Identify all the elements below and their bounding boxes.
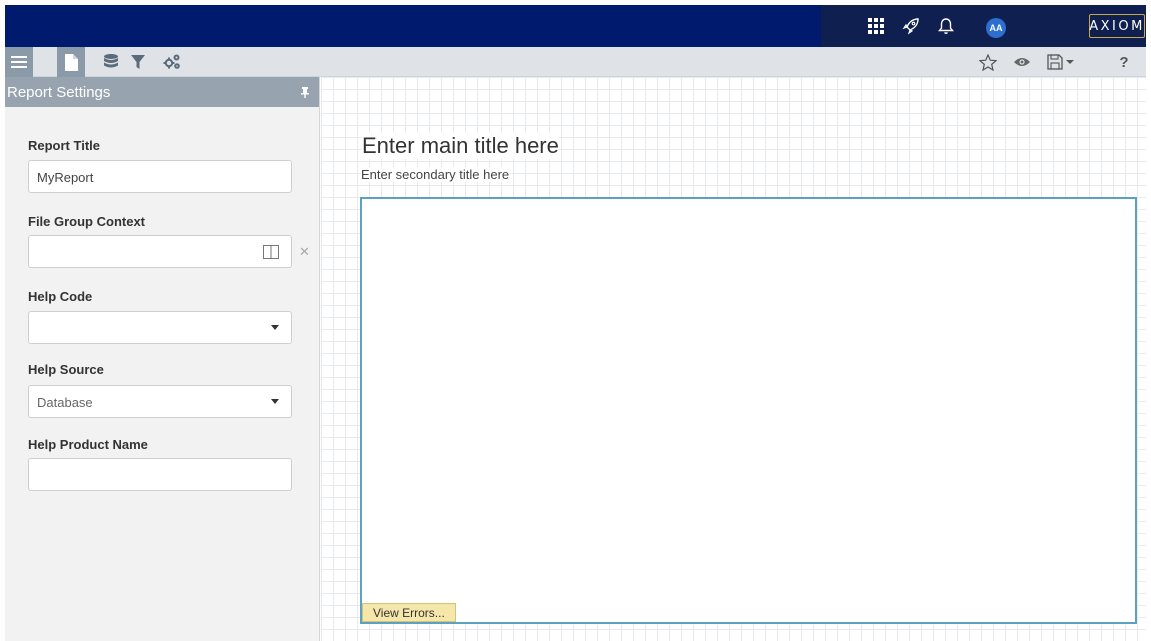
report-title-field[interactable]: MyReport: [28, 160, 292, 193]
main-toolbar: ?: [5, 47, 1146, 77]
panel-header: Report Settings: [5, 77, 319, 107]
bell-icon[interactable]: [933, 13, 959, 39]
save-dropdown-icon[interactable]: [1043, 47, 1079, 77]
secondary-title[interactable]: Enter secondary title here: [361, 167, 510, 182]
report-title-label: Report Title: [28, 138, 100, 153]
document-icon[interactable]: [57, 47, 85, 77]
help-source-dropdown[interactable]: Database: [28, 385, 292, 418]
help-source-value: Database: [37, 395, 93, 410]
main-title[interactable]: Enter main title here: [362, 133, 559, 159]
pin-icon[interactable]: [301, 85, 309, 102]
help-icon[interactable]: ?: [1110, 47, 1138, 77]
rocket-icon[interactable]: [898, 13, 924, 39]
chevron-down-icon: [271, 399, 279, 404]
filter-icon[interactable]: [124, 47, 152, 77]
settings-gears-icon[interactable]: [158, 47, 186, 77]
user-avatar[interactable]: AA: [986, 18, 1006, 38]
report-body-frame[interactable]: View Errors...: [360, 197, 1137, 624]
view-errors-button[interactable]: View Errors...: [362, 603, 456, 622]
report-canvas: Enter main title here Enter secondary ti…: [321, 77, 1146, 641]
help-product-name-label: Help Product Name: [28, 437, 148, 452]
apps-grid-icon[interactable]: [863, 13, 889, 39]
help-product-name-field[interactable]: [28, 458, 292, 491]
axiom-logo[interactable]: AXIOM: [1089, 14, 1145, 38]
star-icon[interactable]: [974, 47, 1002, 77]
clear-icon[interactable]: ✕: [299, 244, 310, 260]
database-icon[interactable]: [97, 47, 125, 77]
file-group-context-field[interactable]: [28, 235, 292, 268]
report-settings-panel: Report Settings Report Title MyReport Fi…: [5, 77, 320, 641]
help-code-dropdown[interactable]: [28, 311, 292, 344]
help-code-label: Help Code: [28, 289, 93, 304]
chevron-down-icon: [271, 325, 279, 330]
panel-title: Report Settings: [7, 84, 111, 101]
help-source-label: Help Source: [28, 362, 104, 377]
top-navigation-bar: AA AXIOM: [5, 5, 1146, 47]
eye-icon[interactable]: [1008, 47, 1036, 77]
panel-picker-icon[interactable]: [263, 245, 279, 262]
hamburger-menu-icon[interactable]: [5, 47, 33, 77]
file-group-context-label: File Group Context: [28, 214, 145, 229]
